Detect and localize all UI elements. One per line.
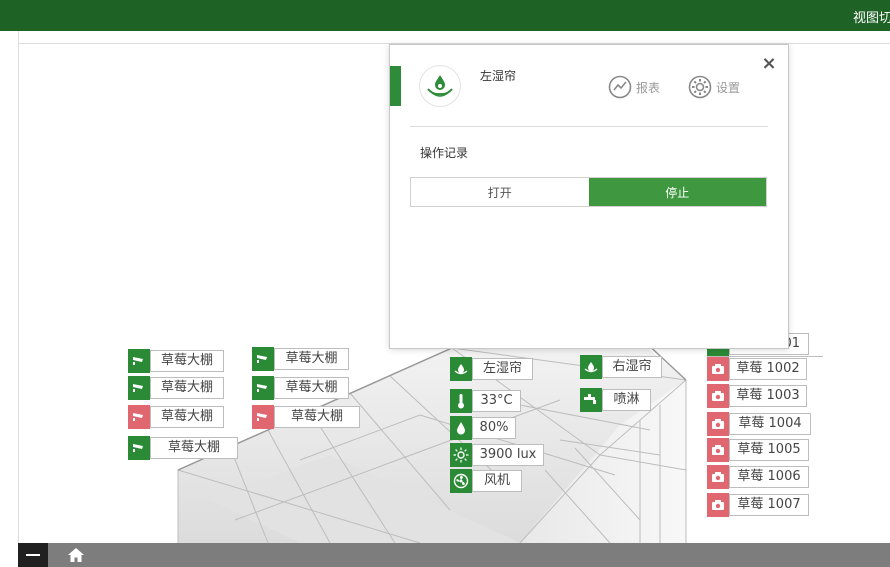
camera-icon (252, 405, 274, 429)
camera-photo-icon (707, 438, 729, 462)
sprinkler-icon (580, 388, 602, 412)
settings-label: 设置 (716, 80, 741, 95)
camera-photo-icon (707, 384, 729, 408)
camera-photo-icon (707, 493, 729, 517)
popup-divider (410, 126, 768, 127)
minus-icon (26, 554, 40, 556)
bottom-bar (18, 543, 890, 567)
humidity-drop-icon (450, 416, 472, 440)
photo-device-label: 草莓 1004 (729, 413, 811, 435)
photo-device-label: 草莓 1005 (729, 439, 809, 461)
photo-device-label: 草莓 1002 (729, 358, 807, 380)
sensor-label: 风机 (472, 470, 522, 492)
sensor-label: 3900 lux (472, 444, 544, 466)
actuator-label: 右湿帘 (602, 356, 662, 378)
camera-label: 草莓大棚 (274, 348, 349, 370)
curtain-icon (419, 65, 461, 107)
camera-photo-icon (707, 465, 729, 489)
camera-label: 草莓大棚 (274, 406, 360, 428)
camera-label: 草莓大棚 (150, 437, 238, 459)
operation-log-heading: 操作记录 (420, 146, 469, 160)
popup-title: 左湿帘 (480, 69, 517, 83)
camera-icon (252, 376, 274, 400)
camera-label: 草莓大棚 (274, 377, 349, 399)
settings-button[interactable]: 设置 (688, 75, 740, 99)
home-button[interactable] (64, 545, 88, 565)
thermometer-icon (450, 389, 472, 413)
sensor-label: 33°C (472, 390, 521, 412)
app-root: 视图切 草莓大棚 草莓大棚 草莓大棚 草莓大棚 草莓大棚 草莓大棚 草莓大棚 左… (0, 0, 890, 567)
camera-label: 草莓大棚 (150, 406, 224, 428)
camera-icon (128, 436, 150, 460)
photo-device-label: 草莓 1006 (729, 466, 809, 488)
curtain-icon (450, 357, 472, 381)
camera-photo-icon (707, 412, 729, 436)
curtain-icon (580, 355, 602, 379)
report-button[interactable]: 报表 (608, 75, 660, 99)
camera-icon (128, 349, 150, 373)
report-label: 报表 (636, 80, 661, 95)
fan-icon (450, 469, 472, 493)
sensor-label: 80% (472, 417, 516, 439)
camera-icon (252, 347, 274, 371)
close-icon[interactable]: × (761, 55, 777, 73)
chart-icon (608, 75, 632, 99)
open-stop-toggle: 打开 停止 (410, 177, 767, 207)
camera-icon (128, 405, 150, 429)
sun-icon (450, 443, 472, 467)
collapse-button[interactable] (18, 543, 48, 567)
camera-label: 草莓大棚 (150, 377, 224, 399)
stop-button[interactable]: 停止 (588, 178, 766, 206)
popup-accent-bar (390, 66, 401, 106)
photo-device-label: 草莓 1003 (729, 385, 807, 407)
gear-icon (688, 75, 712, 99)
sensor-label: 左湿帘 (472, 358, 533, 380)
device-popup: 左湿帘 报表 设置 × 操作记录 打开 停止 (389, 44, 789, 349)
open-button[interactable]: 打开 (411, 178, 589, 206)
actuator-label: 喷淋 (602, 389, 651, 411)
camera-icon (128, 376, 150, 400)
camera-photo-icon (707, 357, 729, 381)
home-icon (68, 548, 84, 562)
camera-label: 草莓大棚 (150, 350, 224, 372)
photo-device-label: 草莓 1007 (729, 494, 809, 516)
